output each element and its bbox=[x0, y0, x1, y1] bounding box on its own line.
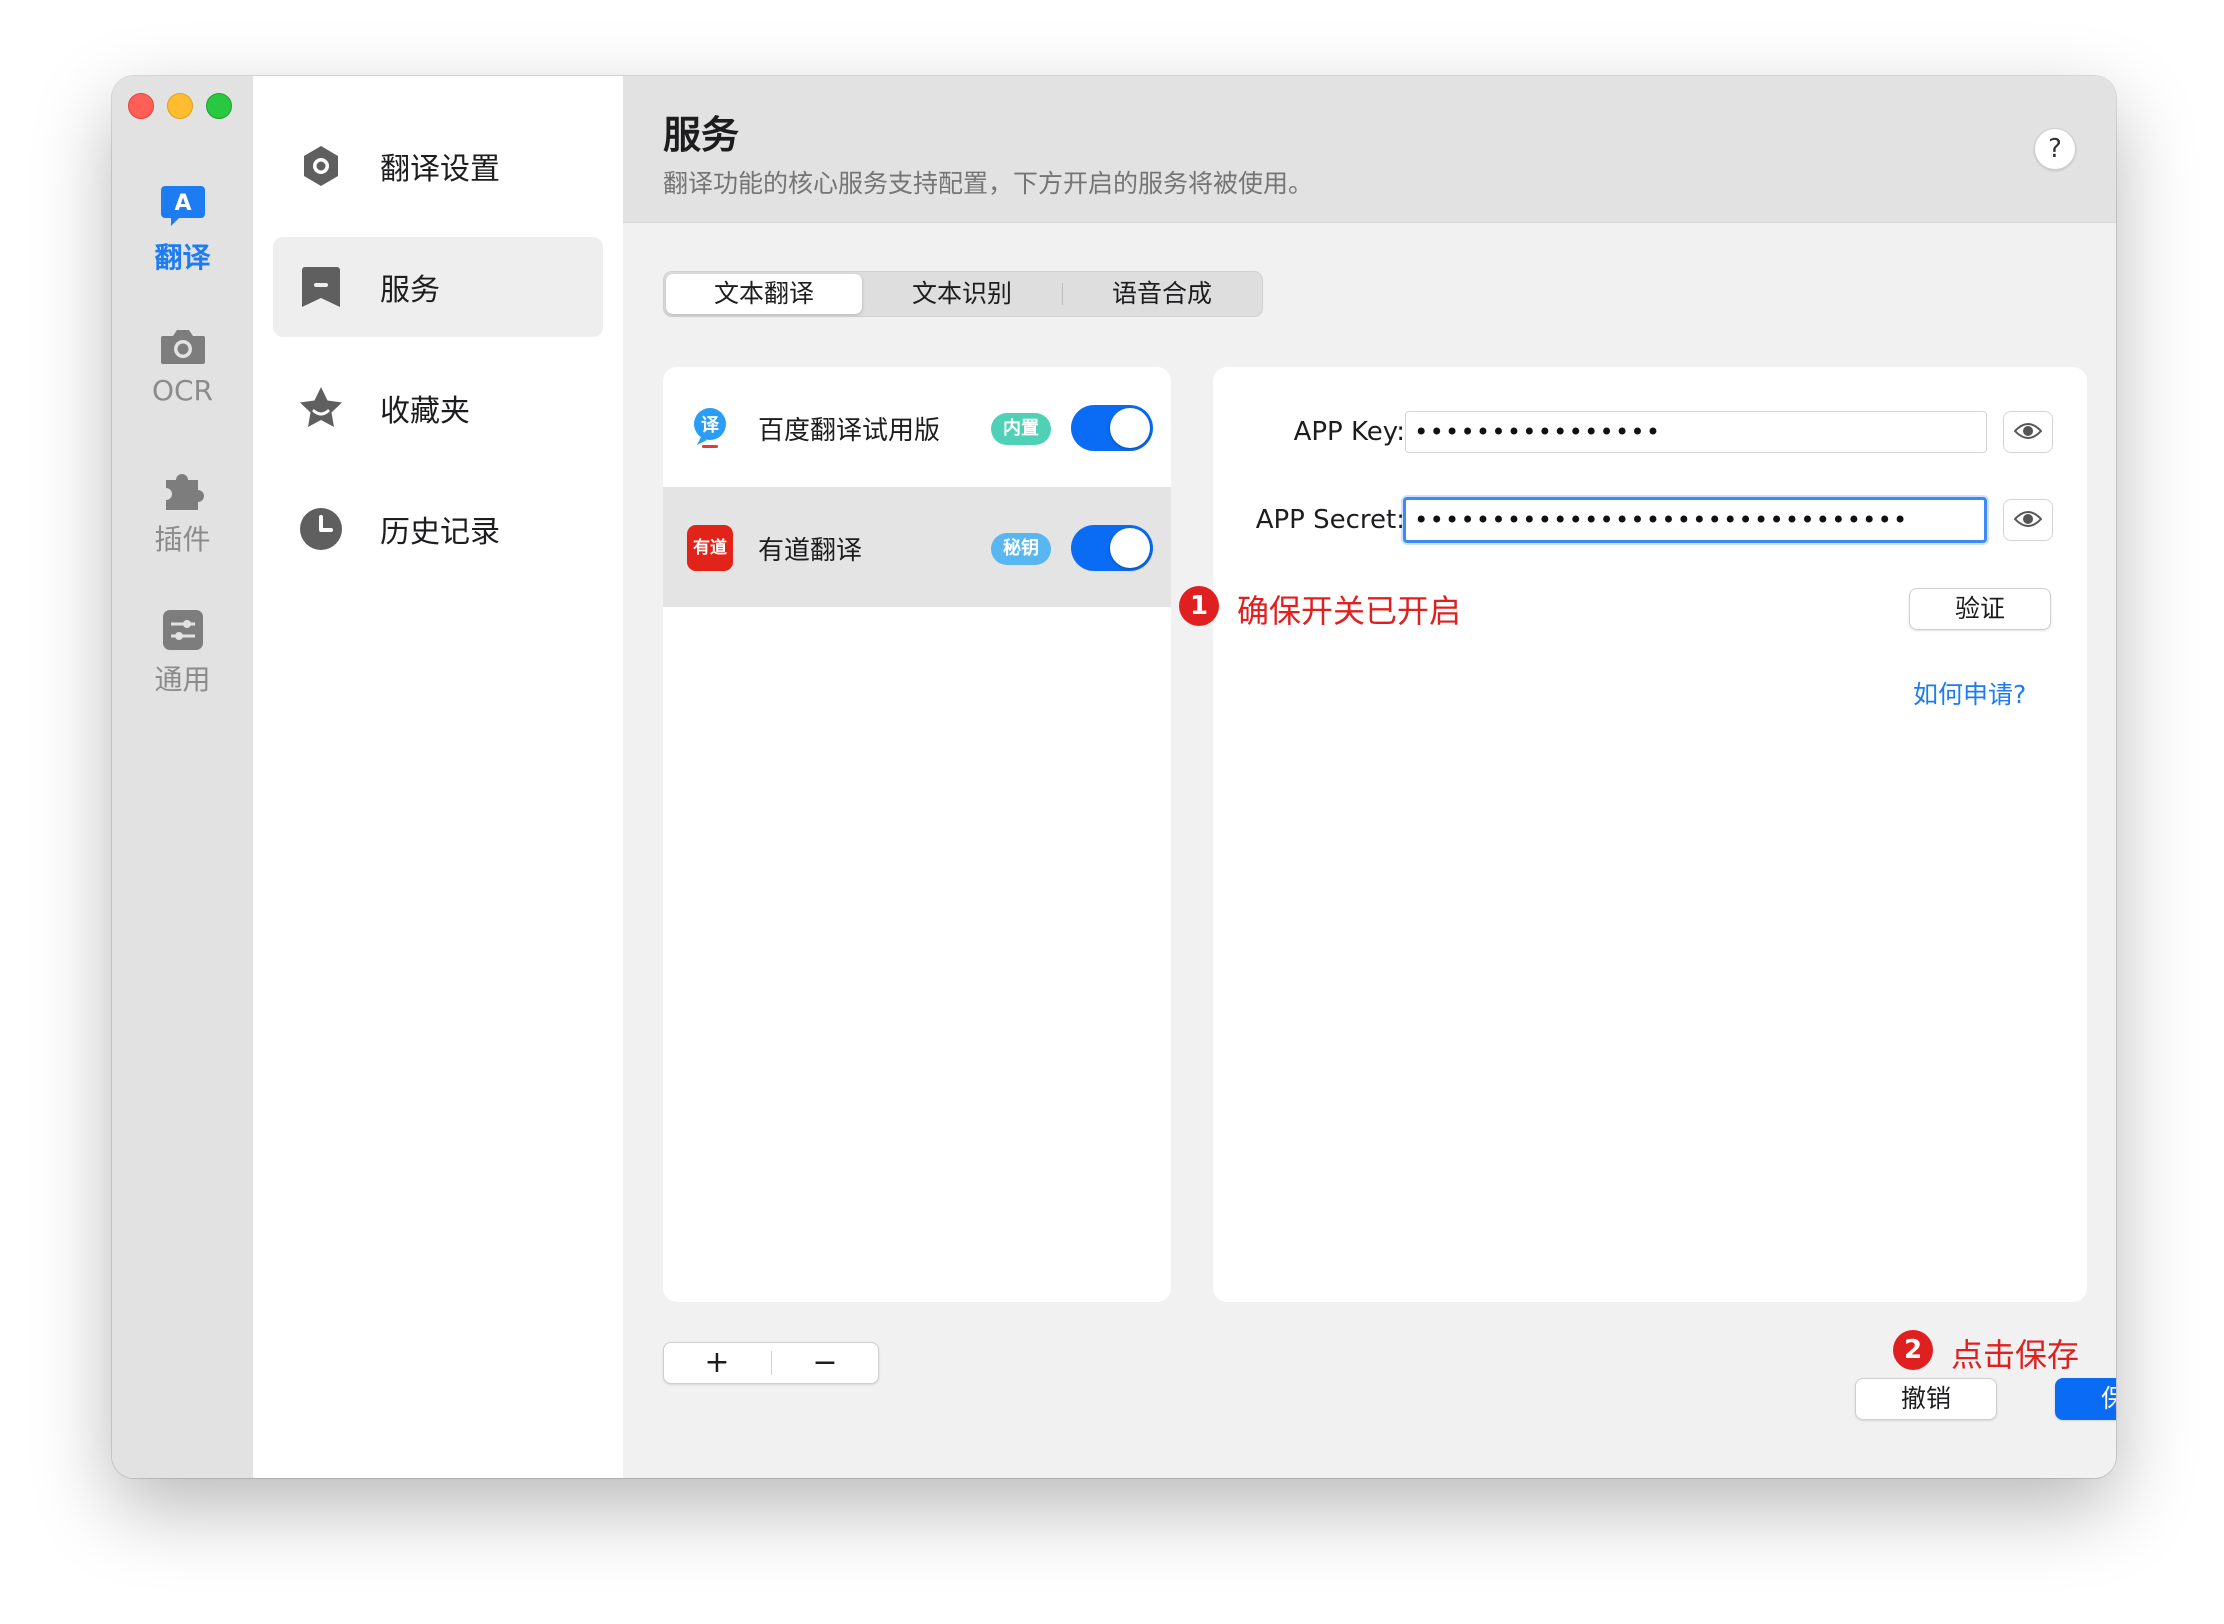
add-service-button[interactable]: + bbox=[664, 1343, 770, 1383]
show-app-secret-button[interactable] bbox=[2003, 499, 2053, 541]
annotation-text: 确保开关已开启 bbox=[1237, 592, 1462, 630]
builtin-badge: 内置 bbox=[991, 413, 1051, 445]
save-button[interactable]: 保存 bbox=[2055, 1378, 2116, 1420]
maximize-window-button[interactable] bbox=[206, 93, 232, 119]
nav-item-favorites[interactable]: 收藏夹 bbox=[273, 358, 603, 458]
svg-text:A: A bbox=[174, 191, 191, 216]
nav-label-history: 历史记录 bbox=[380, 515, 500, 550]
app-key-field[interactable]: •••••••••••••••• bbox=[1405, 411, 1987, 453]
rail-item-ocr[interactable]: OCR bbox=[112, 324, 253, 407]
tab-divider bbox=[1062, 283, 1063, 305]
puzzle-icon bbox=[165, 474, 204, 510]
app-secret-label: APP Secret: bbox=[1255, 505, 1405, 535]
gear-icon bbox=[304, 146, 338, 186]
help-button[interactable]: ? bbox=[2034, 128, 2076, 170]
rail-item-plugins[interactable]: 插件 bbox=[112, 466, 253, 558]
service-row-youdao[interactable]: 有道 有道翻译 秘钥 bbox=[663, 487, 1171, 607]
annotation-text: 点击保存 bbox=[1951, 1336, 2080, 1374]
service-row-baidu[interactable]: 译 百度翻译试用版 内置 bbox=[663, 367, 1171, 487]
youdao-translate-icon: 有道 bbox=[687, 525, 733, 571]
rail-item-general[interactable]: 通用 bbox=[112, 608, 253, 698]
sliders-icon bbox=[162, 610, 203, 650]
rail-item-translate[interactable]: A 翻译 bbox=[112, 182, 253, 276]
app-secret-field[interactable]: •••••••••••••••••••••••••••••••• bbox=[1403, 497, 1987, 543]
bookmark-icon bbox=[302, 267, 340, 307]
page-title: 服务 bbox=[663, 113, 740, 157]
remove-service-button[interactable]: − bbox=[772, 1343, 878, 1383]
rail-label-ocr: OCR bbox=[151, 374, 214, 407]
youdao-icon-text: 有道 bbox=[693, 538, 727, 558]
nav-item-translate-settings[interactable]: 翻译设置 bbox=[273, 116, 603, 216]
rail-label-plugins: 插件 bbox=[154, 523, 211, 556]
secret-key-badge: 秘钥 bbox=[991, 533, 1051, 565]
nav-item-services[interactable]: 服务 bbox=[273, 237, 603, 337]
tab-text-recognition[interactable]: 文本识别 bbox=[864, 274, 1060, 314]
verify-button[interactable]: 验证 bbox=[1909, 588, 2051, 630]
camera-icon bbox=[160, 330, 205, 364]
eye-icon bbox=[2014, 511, 2042, 527]
rail-label-translate: 翻译 bbox=[154, 241, 211, 274]
star-icon bbox=[300, 387, 342, 427]
main-content: 服务 翻译功能的核心服务支持配置，下方开启的服务将被使用。 ? 文本翻译 文本识… bbox=[623, 76, 2116, 1478]
toggle-knob bbox=[1110, 528, 1150, 568]
tab-speech-synthesis[interactable]: 语音合成 bbox=[1064, 274, 1260, 314]
nav-label-services: 服务 bbox=[380, 273, 440, 308]
close-window-button[interactable] bbox=[128, 93, 154, 119]
show-app-key-button[interactable] bbox=[2003, 411, 2053, 453]
nav-label-translate-settings: 翻译设置 bbox=[380, 152, 500, 187]
translate-icon: A bbox=[160, 186, 205, 226]
clock-icon bbox=[300, 508, 342, 550]
cancel-button[interactable]: 撤销 bbox=[1855, 1378, 1997, 1420]
annotation-number: 1 bbox=[1179, 586, 1219, 626]
service-name: 百度翻译试用版 bbox=[758, 416, 941, 446]
svg-text:译: 译 bbox=[701, 415, 720, 436]
tab-text-translation[interactable]: 文本翻译 bbox=[666, 274, 862, 314]
baidu-translate-icon: 译 bbox=[694, 408, 726, 448]
service-list: 译 百度翻译试用版 内置 有道 有道翻译 秘钥 bbox=[663, 367, 1171, 1302]
annotation-number: 2 bbox=[1893, 1330, 1933, 1370]
service-name: 有道翻译 bbox=[758, 536, 863, 566]
service-toggle-baidu[interactable] bbox=[1071, 405, 1153, 451]
list-add-remove-control: + − bbox=[663, 1342, 879, 1384]
eye-icon bbox=[2014, 423, 2042, 439]
rail-label-general: 通用 bbox=[154, 663, 211, 696]
service-detail-panel: APP Key: •••••••••••••••• APP Secret: ••… bbox=[1213, 367, 2087, 1302]
page-subtitle: 翻译功能的核心服务支持配置，下方开启的服务将被使用。 bbox=[663, 169, 1314, 198]
toggle-knob bbox=[1110, 408, 1150, 448]
app-key-label: APP Key: bbox=[1293, 417, 1405, 447]
how-to-apply-link[interactable]: 如何申请? bbox=[1913, 675, 2026, 711]
minimize-window-button[interactable] bbox=[167, 93, 193, 119]
nav-label-favorites: 收藏夹 bbox=[380, 394, 470, 429]
service-type-tabs: 文本翻译 文本识别 语音合成 bbox=[663, 271, 1263, 317]
app-window: A 翻译 OCR 插件 通用 翻译设置 服务 收藏夹 历史记录 服务 翻译功能的… bbox=[112, 76, 2116, 1478]
service-toggle-youdao[interactable] bbox=[1071, 525, 1153, 571]
settings-nav: 翻译设置 服务 收藏夹 历史记录 bbox=[253, 76, 624, 1478]
nav-item-history[interactable]: 历史记录 bbox=[273, 479, 603, 579]
rail-sidebar: A 翻译 OCR 插件 通用 bbox=[112, 76, 254, 1478]
page-header: 服务 翻译功能的核心服务支持配置，下方开启的服务将被使用。 ? bbox=[623, 76, 2116, 223]
